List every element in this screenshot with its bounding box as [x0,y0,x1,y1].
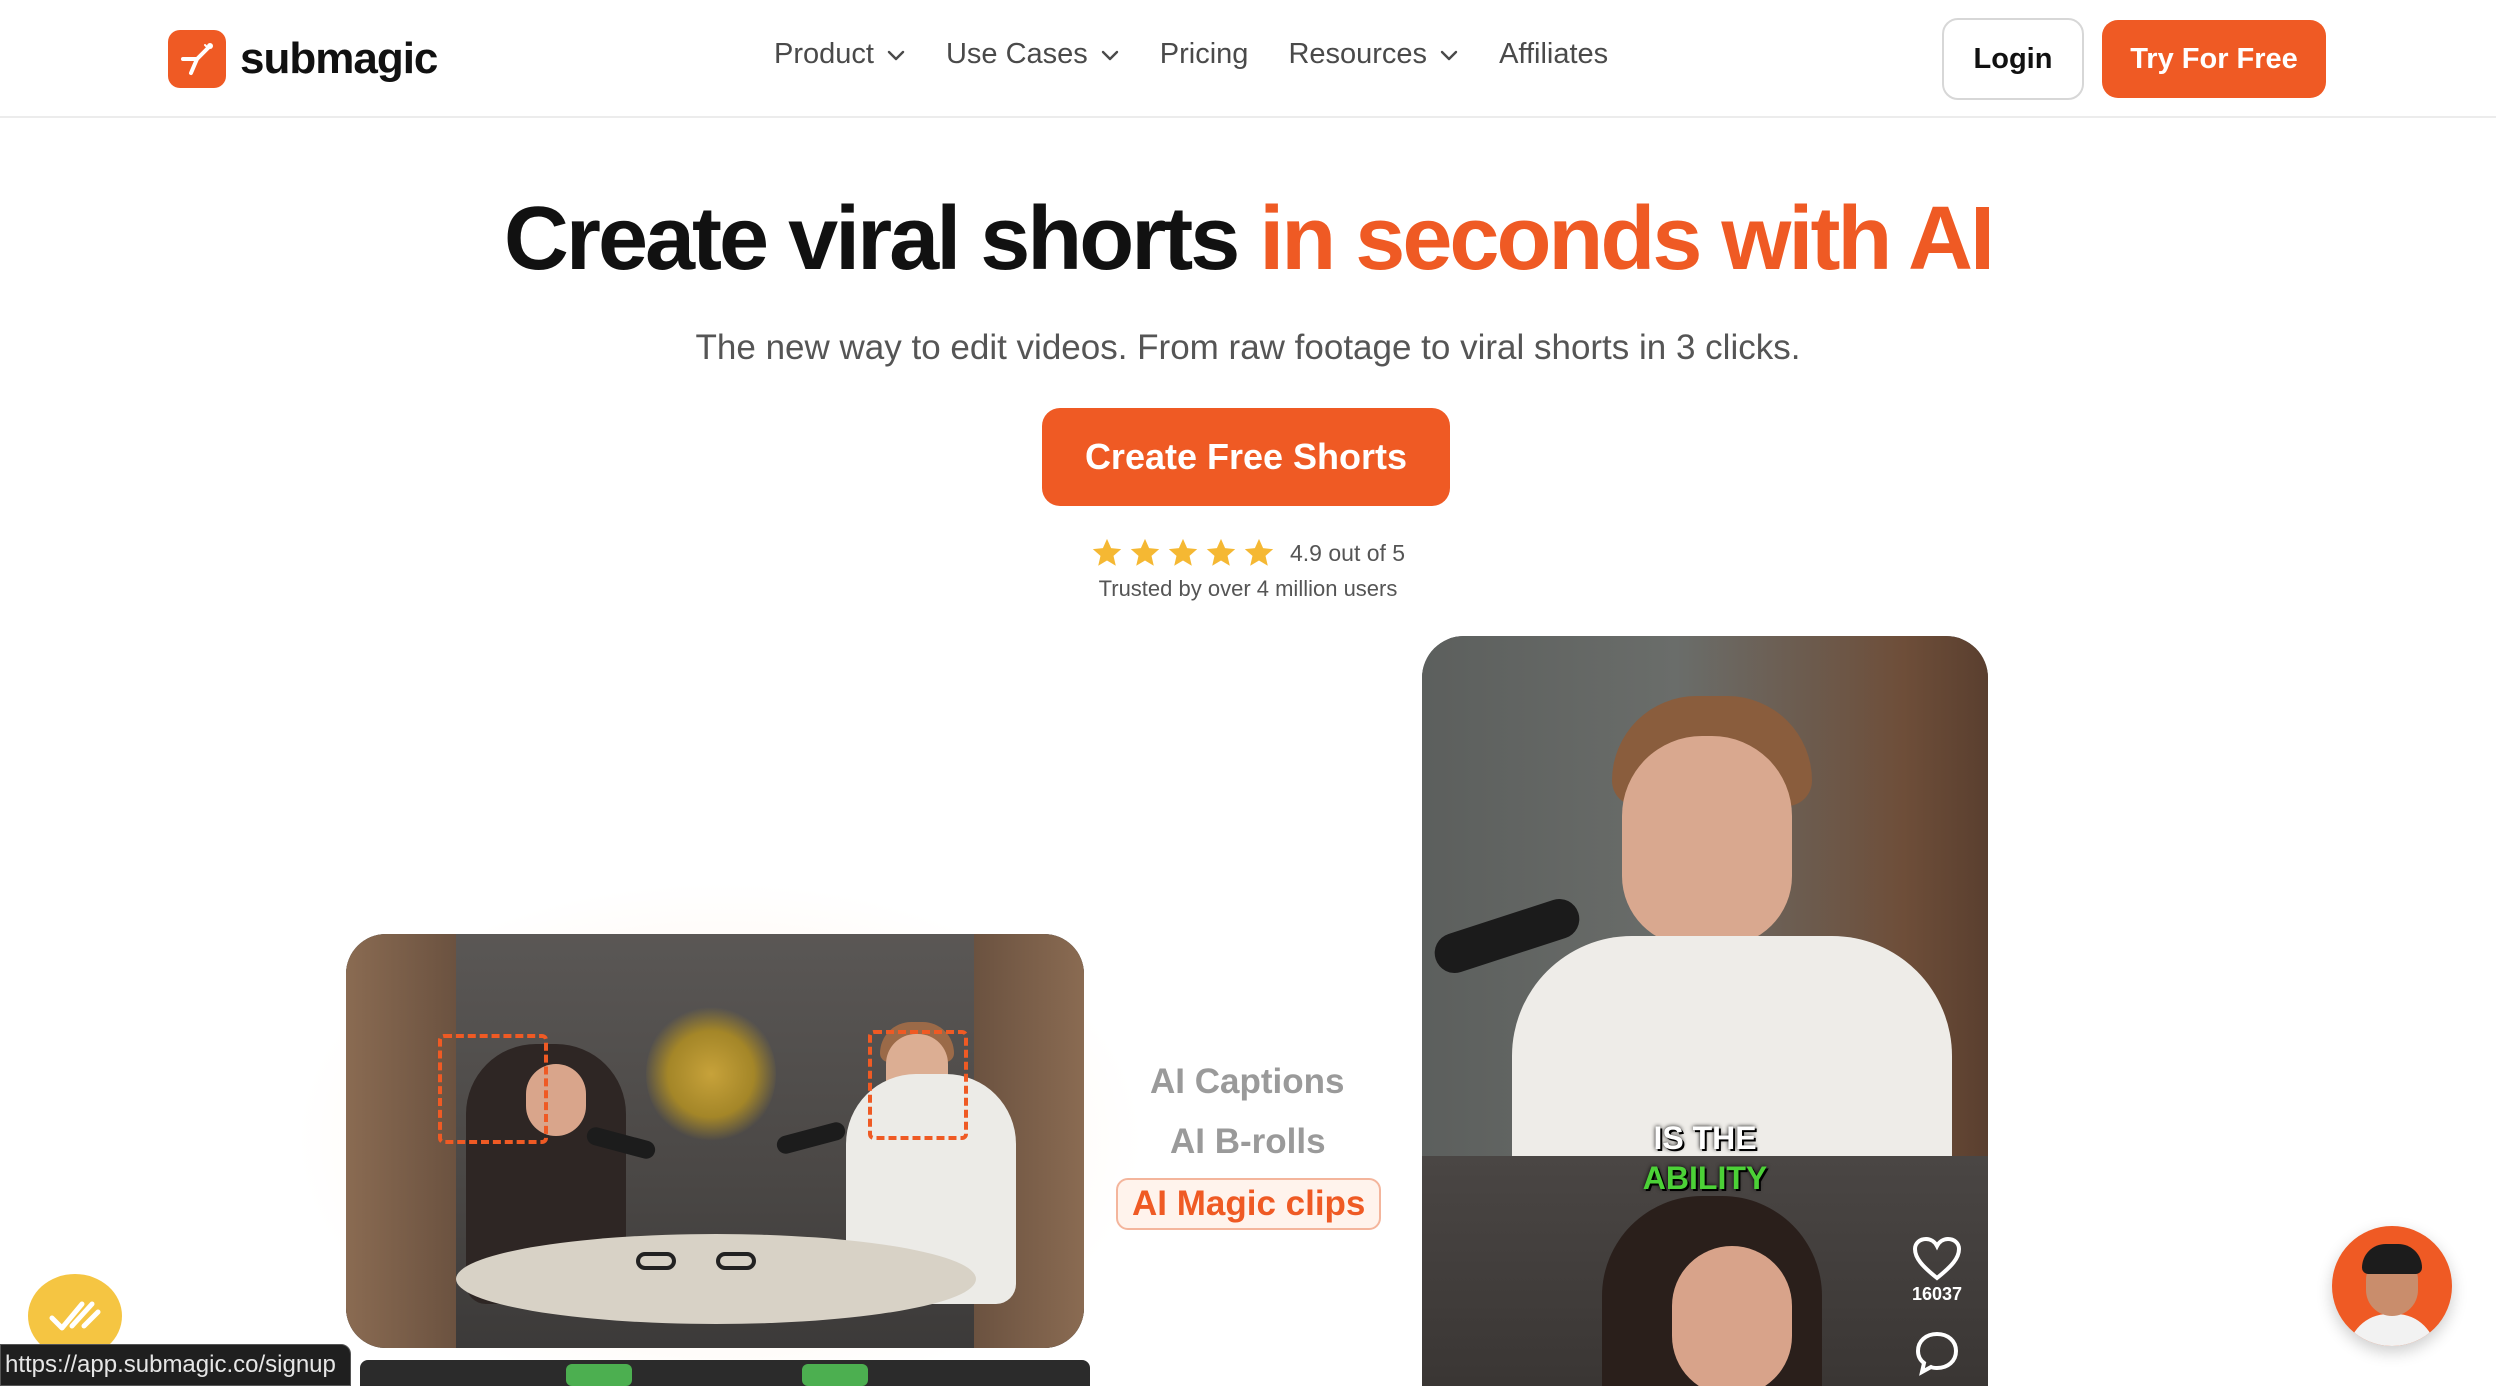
timeline-strip [360,1360,1090,1386]
chevron-down-icon [1101,50,1118,60]
menu-item-use-cases[interactable]: Use Cases [946,38,1120,71]
face-tracking-box [438,1034,548,1144]
heart-icon[interactable] [1912,1236,1962,1282]
plant-decoration [646,1004,776,1144]
hero-title-accent: in seconds with AI [1259,189,1995,289]
star-icon [1206,538,1236,566]
menu-item-label: Pricing [1159,38,1249,70]
create-free-shorts-button[interactable]: Create Free Shorts [1042,408,1450,506]
comment-icon[interactable] [1914,1330,1960,1376]
timeline-clip [802,1364,868,1386]
chevron-down-icon [887,50,905,60]
menu-item-product[interactable]: Product [774,38,906,71]
caption-line-1: IS THE [1653,1120,1757,1156]
hero-title-main: Create viral shorts [503,189,1240,289]
glasses [716,1252,756,1270]
caption-line-2: ABILITY [1642,1160,1768,1196]
star-icon [1092,538,1122,566]
menu-item-pricing[interactable]: Pricing [1160,38,1249,71]
feature-ai-magic-clips[interactable]: AI Magic clips [1116,1178,1382,1230]
rating-score: 4.9 out of 5 [1290,539,1406,566]
timeline-clip [566,1364,632,1386]
feature-ai-captions[interactable]: AI Captions [1150,1062,1344,1102]
status-bar-url: https://app.submagic.co/signup [0,1344,351,1386]
like-count: 16037 [1911,1284,1963,1304]
chevron-down-icon [1440,50,1458,60]
menu-item-label: Affiliates [1499,38,1609,70]
speaker-woman-face [1672,1246,1792,1386]
menu-item-affiliates[interactable]: Affiliates [1499,38,1608,71]
table [456,1234,976,1324]
speaker-face [1622,736,1792,946]
glasses [636,1252,676,1270]
chat-support-avatar[interactable] [2332,1226,2452,1346]
menu-item-label: Resources [1288,38,1428,70]
trusted-by-text: Trusted by over 4 million users [1098,576,1398,601]
podcast-video-preview[interactable] [346,934,1084,1348]
menu-item-resources[interactable]: Resources [1288,38,1459,71]
feature-ai-b-rolls[interactable]: AI B-rolls [1170,1122,1326,1162]
face-tracking-box [868,1030,968,1140]
star-icon [1244,538,1274,566]
star-icon [1130,538,1160,566]
menu-item-label: Use Cases [945,38,1088,70]
star-icon [1168,538,1198,566]
brand-name: submagic [240,34,438,83]
hero-subtitle: The new way to edit videos. From raw foo… [695,328,1801,367]
brand-logo[interactable]: submagic [168,30,438,88]
avatar-hair [2362,1244,2422,1274]
submagic-logo-icon [168,30,226,88]
try-for-free-button[interactable]: Try For Free [2102,20,2326,98]
top-navbar: submagic Product Use Cases Pricing Resou… [0,0,2496,118]
login-button[interactable]: Login [1942,18,2084,100]
short-video-preview[interactable]: IS THE ABILITY 16037 [1422,636,1988,1386]
menu-item-label: Product [774,38,874,70]
double-check-icon [49,1301,101,1331]
rating: 4.9 out of 5 [1090,536,1405,570]
avatar-shirt [2348,1314,2436,1346]
hero-title: Create viral shorts in seconds with AI [0,188,2496,291]
main-menu: Product Use Cases Pricing Resources Affi… [774,38,1648,71]
